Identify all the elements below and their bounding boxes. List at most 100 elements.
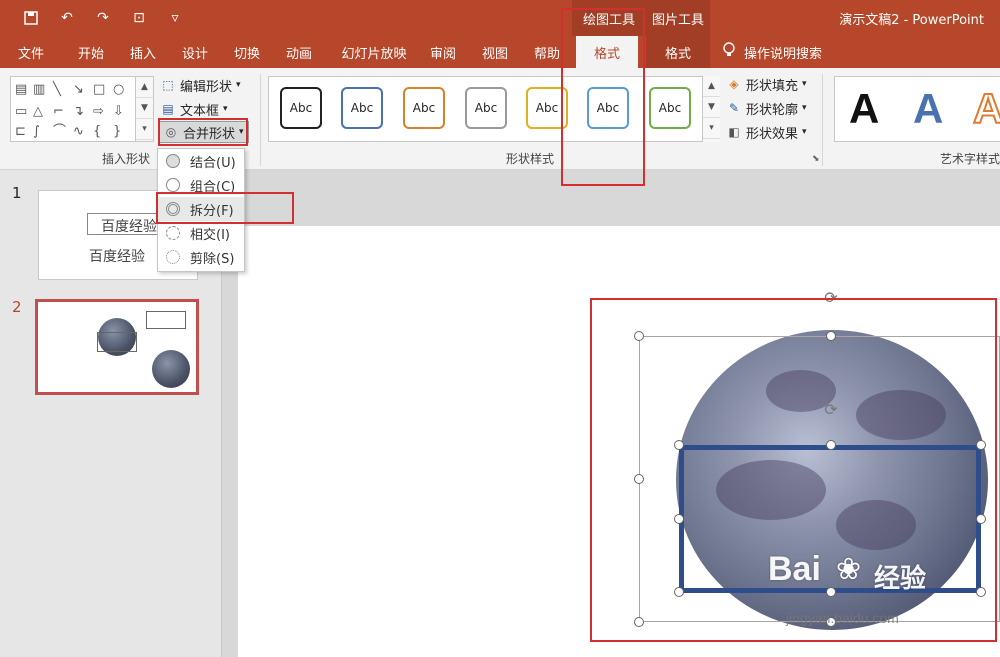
menu-item-intersect[interactable]: 相交(I) [158, 221, 244, 245]
left-brace-shape-icon[interactable]: { [93, 125, 101, 138]
menu-item-subtract[interactable]: 剪除(S) [158, 245, 244, 269]
shape-style-7[interactable]: Abc [649, 87, 691, 129]
tab-design[interactable]: 设计 [172, 36, 218, 68]
styles-more-icon[interactable]: ▾ [703, 118, 720, 139]
shapes-gallery[interactable]: ▤ ▥ ╲ ↘ □ ○ ▭ △ ⌐ ↴ ⇨ ⇩ ⊏ ∫ ⌒ ∿ { } ▲ ▼ … [10, 76, 154, 142]
shape-styles-gallery: Abc Abc Abc Abc Abc Abc Abc [268, 76, 720, 142]
slide-2-thumbnail[interactable] [35, 299, 199, 395]
text-box-icon: ▤ [162, 102, 174, 116]
chevron-down-icon: ▾ [802, 103, 807, 113]
tab-view[interactable]: 视图 [472, 36, 518, 68]
slide-2-rectangle-2 [146, 311, 186, 329]
dialog-launcher-icon[interactable]: ⬊ [812, 154, 820, 164]
edit-shape-button[interactable]: ⬚ 编辑形状 ▾ [160, 74, 241, 96]
slide-2-rectangle-1 [97, 332, 137, 352]
undo-icon[interactable]: ↶ [56, 7, 78, 29]
slide-2-moon-image-2 [152, 350, 190, 388]
freeform-shape-icon[interactable]: ∫ [33, 125, 40, 138]
customize-qat-icon[interactable]: ▿ [164, 7, 186, 29]
styles-down-icon[interactable]: ▼ [703, 97, 720, 118]
wordart-gallery: A A A [834, 76, 1000, 142]
edit-shape-label: 编辑形状 [180, 79, 233, 95]
ribbon-separator [822, 74, 823, 166]
gallery-more-icon[interactable]: ▾ [136, 119, 153, 140]
flowchart-shape-icon[interactable]: ⊏ [15, 125, 26, 138]
shape-style-3[interactable]: Abc [403, 87, 445, 129]
wordart-style-2[interactable]: A [913, 85, 943, 133]
styles-up-icon[interactable]: ▲ [703, 76, 720, 97]
shape-fill-button[interactable]: ◈ 形状填充 ▾ [726, 73, 807, 95]
pen-icon: ✎ [728, 101, 740, 115]
chevron-down-icon: ▾ [236, 80, 241, 90]
slide-1-textbox-text: 百度经验 [101, 219, 157, 235]
insert-shapes-group-label: 插入形状 [102, 152, 151, 166]
annotation-shapes [590, 298, 997, 642]
lightbulb-icon [722, 42, 736, 62]
menu-item-intersect-label: 相交(I) [190, 227, 230, 243]
shape-style-4[interactable]: Abc [465, 87, 507, 129]
menu-item-subtract-label: 剪除(S) [190, 251, 235, 267]
elbow-arrow-shape-icon[interactable]: ↴ [73, 105, 84, 118]
gallery-up-icon[interactable]: ▲ [136, 77, 153, 98]
shapes-gallery-scroll: ▲ ▼ ▾ [135, 77, 153, 141]
oval-shape-icon[interactable]: ○ [113, 83, 124, 96]
wordart-style-3[interactable]: A [972, 84, 1000, 133]
slide-1-number: 1 [12, 184, 22, 202]
shape-effects-label: 形状效果 [746, 126, 799, 142]
slide-1-text: 百度经验 [89, 249, 145, 265]
right-arrow-shape-icon[interactable]: ⇨ [93, 105, 104, 118]
menu-item-union-label: 结合(U) [190, 155, 236, 171]
intersect-icon [166, 226, 180, 240]
context-group-picture-tools: 图片工具 [646, 0, 710, 36]
tab-file[interactable]: 文件 [8, 36, 54, 68]
rounded-rect-shape-icon[interactable]: ▭ [15, 105, 27, 118]
union-icon [166, 154, 180, 168]
triangle-shape-icon[interactable]: △ [33, 105, 43, 118]
redo-icon[interactable]: ↷ [92, 7, 114, 29]
textbox-shape-icon[interactable]: ▤ [15, 83, 27, 96]
start-slideshow-icon[interactable]: ⊡ [128, 7, 150, 29]
chevron-down-icon: ▾ [223, 104, 228, 114]
down-arrow-shape-icon[interactable]: ⇩ [113, 105, 124, 118]
shape-style-2[interactable]: Abc [341, 87, 383, 129]
annotation-fragment [156, 192, 294, 224]
arrow-line-shape-icon[interactable]: ↘ [73, 83, 84, 96]
shape-outline-button[interactable]: ✎ 形状轮廓 ▾ [726, 97, 807, 119]
ribbon-separator [260, 74, 261, 166]
text-box-button[interactable]: ▤ 文本框 ▾ [160, 98, 228, 120]
wave-shape-icon[interactable]: ∿ [73, 125, 84, 138]
shape-effects-icon: ◧ [728, 125, 740, 139]
chevron-down-icon: ▾ [802, 79, 807, 89]
subtract-icon [166, 250, 180, 264]
tab-home[interactable]: 开始 [66, 36, 116, 68]
right-brace-shape-icon[interactable]: } [113, 125, 121, 138]
line-shape-icon[interactable]: ╲ [53, 83, 61, 96]
tab-slideshow[interactable]: 幻灯片放映 [334, 36, 414, 68]
shape-styles-group-label: 形状样式 [506, 152, 555, 166]
annotation-format-tab [561, 8, 645, 186]
gallery-down-icon[interactable]: ▼ [136, 98, 153, 119]
elbow-connector-shape-icon[interactable]: ⌐ [53, 105, 64, 118]
ribbon: ▤ ▥ ╲ ↘ □ ○ ▭ △ ⌐ ↴ ⇨ ⇩ ⊏ ∫ ⌒ ∿ { } ▲ ▼ … [0, 68, 1000, 170]
wordart-style-1[interactable]: A [849, 85, 879, 133]
shape-styles-scroll: ▲ ▼ ▾ [702, 76, 720, 142]
tab-animations[interactable]: 动画 [276, 36, 322, 68]
shape-effects-button[interactable]: ◧ 形状效果 ▾ [726, 121, 807, 143]
combine-icon [166, 178, 180, 192]
shape-style-1[interactable]: Abc [280, 87, 322, 129]
wordart-group-label: 艺术字样式 [940, 152, 1000, 166]
tab-format-picture[interactable]: 格式 [646, 36, 710, 68]
ribbon-tabs: 文件 开始 插入 设计 切换 动画 幻灯片放映 审阅 视图 帮助 格式 格式 操… [0, 36, 1000, 68]
quick-access-toolbar: ↶ ↷ ⊡ ▿ [20, 7, 186, 29]
tell-me-search[interactable]: 操作说明搜索 [722, 36, 822, 68]
save-icon[interactable] [20, 7, 42, 29]
tab-transitions[interactable]: 切换 [224, 36, 270, 68]
tab-review[interactable]: 审阅 [420, 36, 466, 68]
rectangle-shape-icon[interactable]: □ [93, 83, 105, 96]
arc-shape-icon[interactable]: ⌒ [53, 125, 66, 138]
chevron-down-icon: ▾ [802, 127, 807, 137]
title-bar: ↶ ↷ ⊡ ▿ 绘图工具 图片工具 演示文稿2 - PowerPoint [0, 0, 1000, 36]
vertical-textbox-shape-icon[interactable]: ▥ [33, 83, 45, 96]
menu-item-union[interactable]: 结合(U) [158, 149, 244, 173]
tab-insert[interactable]: 插入 [120, 36, 166, 68]
